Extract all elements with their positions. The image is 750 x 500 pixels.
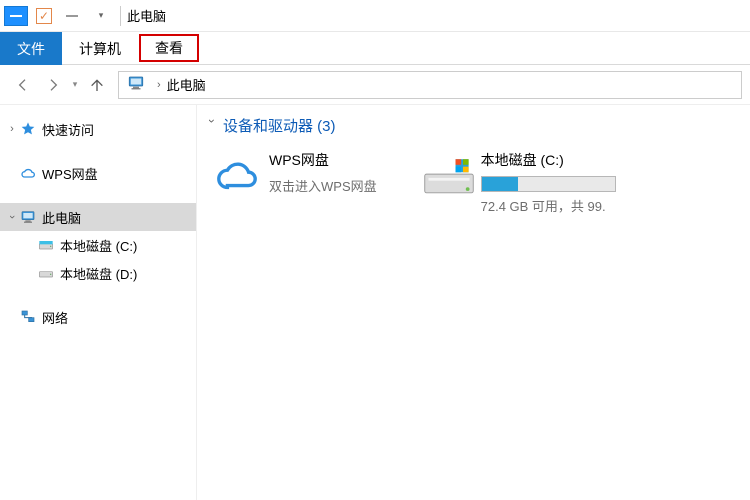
forward-button[interactable] (38, 70, 68, 100)
up-button[interactable] (82, 70, 112, 100)
sidebar-item-label: 快速访问 (42, 120, 94, 139)
body: › 快速访问 › WPS网盘 › 此电脑 › (0, 105, 750, 500)
this-pc-icon (127, 74, 145, 95)
window-title: 此电脑 (127, 6, 166, 25)
ribbon-tabstrip: 文件 计算机 查看 (0, 32, 750, 65)
expander-icon[interactable]: › (6, 211, 18, 223)
item-subtitle: 双击进入WPS网盘 (269, 176, 377, 195)
section-header-devices[interactable]: › 设备和驱动器 (3) (205, 115, 746, 136)
expander-icon[interactable]: › (6, 123, 18, 135)
qat-dropdown[interactable]: ▾ (87, 5, 113, 27)
dash-icon (66, 15, 78, 17)
item-subtitle: 72.4 GB 可用，共 99. (481, 196, 616, 215)
arrow-left-icon (15, 77, 31, 93)
sidebar-item-quick-access[interactable]: › 快速访问 (0, 115, 196, 143)
qat-button[interactable] (59, 5, 85, 27)
section-title: 设备和驱动器 (3) (223, 115, 336, 136)
sidebar-item-label: 网络 (42, 308, 68, 327)
drive-icon (36, 265, 56, 281)
item-wps-drive[interactable]: WPS网盘 双击进入WPS网盘 (205, 148, 377, 215)
sidebar-item-drive-c[interactable]: › 本地磁盘 (C:) (0, 231, 196, 259)
sidebar-item-label: WPS网盘 (42, 164, 98, 183)
this-pc-icon (18, 209, 38, 225)
network-icon (18, 309, 38, 325)
nav-bar: ▾ › 此电脑 (0, 65, 750, 105)
sidebar-item-label: 本地磁盘 (C:) (60, 236, 137, 255)
tab-view[interactable]: 查看 (139, 34, 199, 62)
sidebar-item-drive-d[interactable]: › 本地磁盘 (D:) (0, 259, 196, 287)
item-title: 本地磁盘 (C:) (481, 150, 616, 170)
items-grid: WPS网盘 双击进入WPS网盘 (205, 148, 746, 215)
usage-bar (481, 176, 616, 192)
star-icon (18, 121, 38, 137)
tab-computer[interactable]: 计算机 (62, 32, 138, 65)
address-bar[interactable]: › 此电脑 (118, 71, 742, 99)
back-button[interactable] (8, 70, 38, 100)
chevron-down-icon: › (205, 119, 219, 133)
sidebar-item-this-pc[interactable]: › 此电脑 (0, 203, 196, 231)
tab-file[interactable]: 文件 (0, 32, 62, 65)
arrow-up-icon (89, 77, 105, 93)
qat-properties-button[interactable]: ✓ (31, 5, 57, 27)
separator (120, 6, 121, 26)
cloud-icon (205, 148, 269, 204)
sidebar-item-wps[interactable]: › WPS网盘 (0, 159, 196, 187)
item-drive-c[interactable]: 本地磁盘 (C:) 72.4 GB 可用，共 99. (417, 148, 616, 215)
chevron-down-icon: ▾ (99, 10, 104, 21)
drive-icon (417, 148, 481, 204)
cloud-icon (18, 165, 38, 181)
item-title: WPS网盘 (269, 150, 377, 170)
drive-icon (36, 237, 56, 253)
check-icon: ✓ (36, 8, 52, 24)
nav-tree: › 快速访问 › WPS网盘 › 此电脑 › (0, 105, 197, 500)
usage-bar-fill (482, 177, 518, 191)
sidebar-item-label: 此电脑 (42, 208, 81, 227)
title-bar: ✓ ▾ 此电脑 (0, 0, 750, 32)
content-pane: › 设备和驱动器 (3) WPS网盘 双击进入WPS网盘 (197, 105, 750, 500)
sidebar-item-label: 本地磁盘 (D:) (60, 264, 137, 283)
arrow-right-icon (45, 77, 61, 93)
sidebar-item-network[interactable]: › 网络 (0, 303, 196, 331)
chevron-right-icon: › (157, 79, 161, 91)
history-dropdown[interactable]: ▾ (68, 79, 82, 90)
system-menu-icon[interactable] (4, 6, 28, 26)
breadcrumb-location[interactable]: 此电脑 (167, 75, 206, 94)
